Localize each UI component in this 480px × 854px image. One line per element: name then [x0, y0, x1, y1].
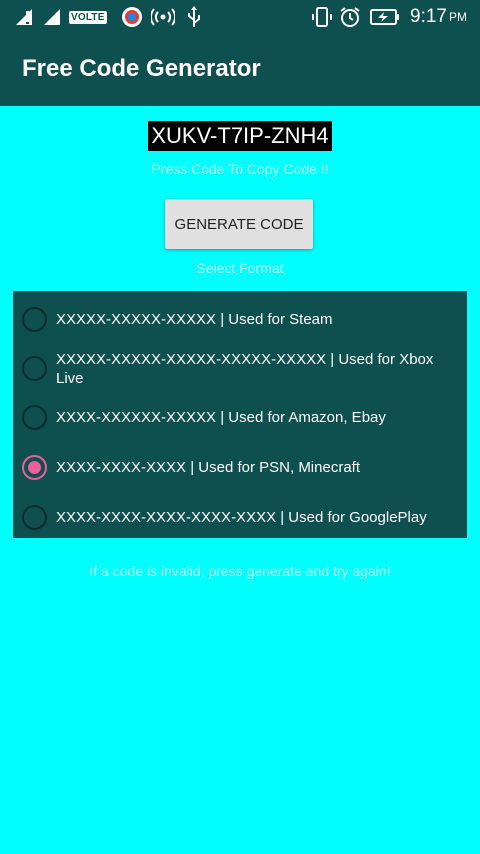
- app-title: Free Code Generator: [22, 55, 261, 82]
- format-option-amazon[interactable]: XXXX-XXXXXX-XXXXX | Used for Amazon, Eba…: [13, 405, 467, 430]
- copy-hint: Press Code To Copy Code !!: [151, 161, 329, 177]
- clock-ampm: PM: [448, 10, 467, 24]
- footer-hint: If a code is invalid, press generate and…: [89, 563, 391, 579]
- volte-badge: VOLTE: [69, 10, 107, 24]
- app-notification-icon: [121, 0, 143, 34]
- alarm-icon: [339, 0, 361, 34]
- clock-time: 9:17: [410, 6, 447, 27]
- radio-button[interactable]: [22, 356, 47, 381]
- signal-icon: [16, 0, 32, 34]
- hotspot-icon: [151, 0, 175, 34]
- radio-button-checked[interactable]: [22, 455, 47, 480]
- format-option-label: XXXX-XXXXXX-XXXXX | Used for Amazon, Eba…: [56, 409, 386, 426]
- format-option-label: XXXXX-XXXXX-XXXXX-XXXXX-XXXXX | Used for…: [56, 351, 434, 387]
- format-option-label: XXXXX-XXXXX-XXXXX | Used for Steam: [56, 311, 333, 328]
- usb-icon: [186, 0, 202, 34]
- radio-button[interactable]: [22, 405, 47, 430]
- format-option-xbox[interactable]: XXXXX-XXXXX-XXXXX-XXXXX-XXXXX | Used for…: [13, 349, 467, 389]
- app-bar: Free Code Generator: [0, 34, 480, 106]
- vibrate-icon: [312, 0, 332, 34]
- clock: 9:17 PM: [410, 0, 467, 34]
- status-bar: VOLTE 9:17 PM: [0, 0, 480, 34]
- signal-icon: [44, 0, 60, 34]
- format-option-label: XXXX-XXXX-XXXX | Used for PSN, Minecraft: [56, 459, 360, 476]
- code-container: XUKV-T7IP-ZNH4: [0, 121, 480, 151]
- generate-code-button[interactable]: GENERATE CODE: [165, 199, 313, 249]
- radio-button[interactable]: [22, 307, 47, 332]
- select-format-label: Select Format: [196, 260, 284, 276]
- radio-button[interactable]: [22, 505, 47, 530]
- format-option-steam[interactable]: XXXXX-XXXXX-XXXXX | Used for Steam: [13, 307, 467, 332]
- generated-code[interactable]: XUKV-T7IP-ZNH4: [148, 121, 332, 151]
- format-radio-group: XXXXX-XXXXX-XXXXX | Used for Steam XXXXX…: [13, 291, 467, 538]
- battery-charging-icon: [370, 0, 400, 34]
- format-option-label: XXXX-XXXX-XXXX-XXXX-XXXX | Used for Goog…: [56, 509, 427, 526]
- format-option-googleplay[interactable]: XXXX-XXXX-XXXX-XXXX-XXXX | Used for Goog…: [13, 505, 467, 530]
- format-option-psn[interactable]: XXXX-XXXX-XXXX | Used for PSN, Minecraft: [13, 455, 467, 480]
